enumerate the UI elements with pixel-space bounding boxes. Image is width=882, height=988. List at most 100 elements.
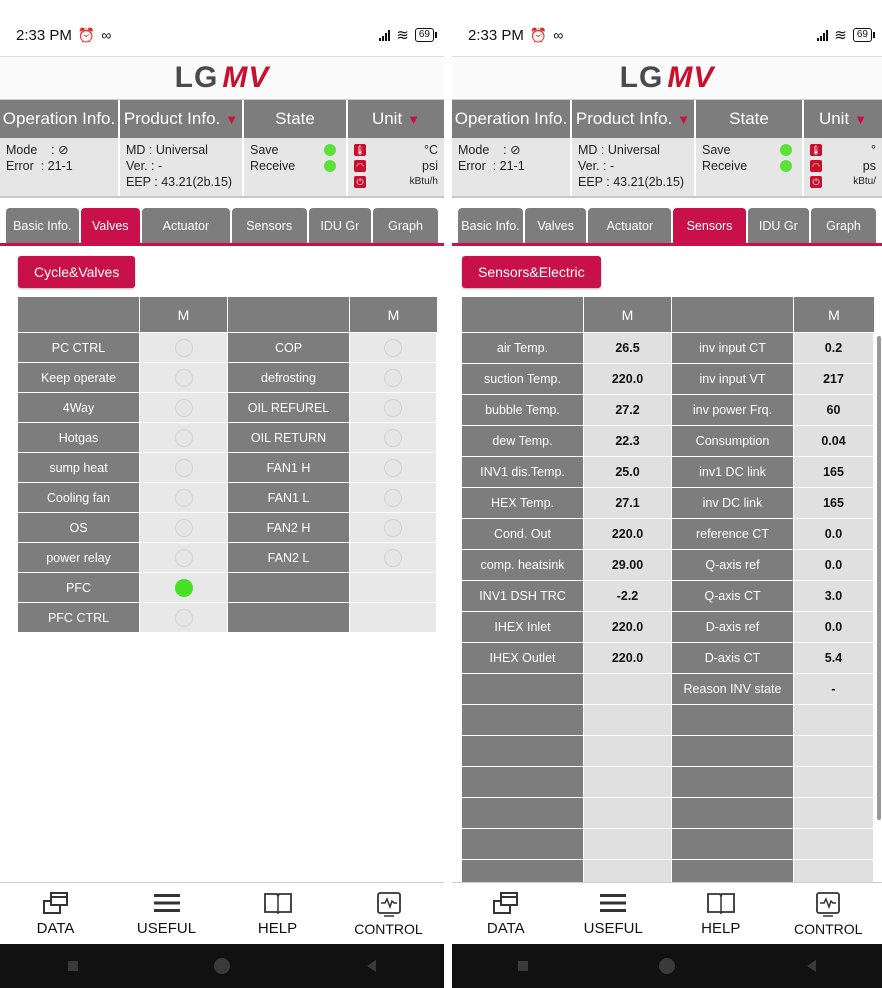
valve-label: PC CTRL xyxy=(18,333,140,363)
sensor-value: 217 xyxy=(794,364,874,395)
tab-sensors[interactable]: Sensors xyxy=(673,208,746,243)
tab-graph[interactable]: Graph xyxy=(811,208,876,243)
menu-icon xyxy=(153,890,181,916)
home-icon[interactable] xyxy=(214,958,231,974)
scrollbar[interactable] xyxy=(877,336,881,820)
sensor-value xyxy=(584,798,672,829)
sensor-label xyxy=(672,705,794,736)
tab-sensors[interactable]: Sensors xyxy=(231,208,307,243)
voicemail-icon: ∞ xyxy=(101,27,112,43)
home-icon[interactable] xyxy=(659,958,676,974)
tab-basic-info[interactable]: Basic Info. xyxy=(6,208,79,243)
sensor-value xyxy=(584,736,672,767)
status-indicator xyxy=(174,398,193,417)
sensor-value: 220.0 xyxy=(584,612,672,643)
nav-help[interactable]: HELP xyxy=(222,883,333,944)
sensor-label: Q-axis CT xyxy=(672,581,794,612)
table-row xyxy=(462,767,882,798)
thermometer-icon: 🌡 xyxy=(354,144,366,156)
unit-info: 🌡 °C ◠ psi ⏻ kBtu/h xyxy=(354,143,438,188)
nav-data[interactable]: DATA xyxy=(452,883,560,944)
mode-text: Mode : ⊘ xyxy=(458,143,521,157)
unit-header[interactable]: Unit ▼ xyxy=(348,100,444,138)
tab-actuator[interactable]: Actuator xyxy=(142,208,230,243)
table-row: power relay FAN2 L xyxy=(18,543,437,573)
recents-icon[interactable] xyxy=(68,961,79,971)
valve-status-cell xyxy=(140,363,228,393)
nav-data[interactable]: DATA xyxy=(0,883,111,944)
tab-valves[interactable]: Valves xyxy=(80,208,141,243)
back-icon[interactable] xyxy=(807,960,817,972)
book-icon xyxy=(706,890,736,916)
valve-label xyxy=(228,573,350,603)
product-info-header[interactable]: Product Info. ▼ xyxy=(572,100,696,138)
state-header: State xyxy=(696,100,804,138)
back-icon[interactable] xyxy=(366,960,376,972)
status-time: 2:33 PM xyxy=(16,26,72,44)
status-indicator xyxy=(174,608,193,627)
cycle-valves-button[interactable]: Cycle&Valves xyxy=(18,256,136,288)
table-row xyxy=(462,798,882,829)
sensor-label: Reason INV state xyxy=(672,674,794,705)
table-row xyxy=(462,705,882,736)
windows-icon xyxy=(492,890,520,916)
status-time: 2:33 PM xyxy=(468,26,524,44)
valve-status-cell xyxy=(140,603,228,633)
app-header: LG MV xyxy=(452,56,882,100)
menu-icon xyxy=(599,890,627,916)
valve-status-cell xyxy=(140,333,228,363)
column-header-m: M xyxy=(350,297,437,333)
nav-control[interactable]: CONTROL xyxy=(333,883,444,944)
dropdown-triangle-icon: ▼ xyxy=(407,111,421,127)
sensor-value: 29.00 xyxy=(584,550,672,581)
sensor-label: HEX Temp. xyxy=(462,488,584,519)
info-body-row: Mode : ⊘ Error : 21-1 MD : Universal Ver… xyxy=(0,138,444,198)
sensor-value xyxy=(584,829,672,860)
valve-label: PFC CTRL xyxy=(18,603,140,633)
sensor-value: 22.3 xyxy=(584,426,672,457)
unit-header[interactable]: Unit ▼ xyxy=(804,100,882,138)
status-indicator xyxy=(384,338,402,357)
wifi-icon: ≋ xyxy=(396,27,409,44)
status-indicator xyxy=(174,518,193,537)
bottom-nav: DATA USEFUL HELP CONTROL xyxy=(0,882,444,944)
left-screen: 2:33 PM ⏰ ∞ ≋ 69 LG MV Operation Info. Pr… xyxy=(0,0,444,988)
sensor-value: 5.4 xyxy=(794,643,874,674)
state-info: Save Receive xyxy=(696,138,804,196)
tab-valves[interactable]: Valves xyxy=(524,208,587,243)
sensor-value: - xyxy=(794,674,874,705)
sensor-value xyxy=(584,767,672,798)
tab-actuator[interactable]: Actuator xyxy=(588,208,672,243)
dropdown-triangle-icon: ▼ xyxy=(854,111,868,127)
nav-help[interactable]: HELP xyxy=(667,883,775,944)
tab-idu-gr[interactable]: IDU Gr xyxy=(308,208,372,243)
product-info-header[interactable]: Product Info. ▼ xyxy=(120,100,244,138)
table-row: Cond. Out 220.0 reference CT 0.0 xyxy=(462,519,882,550)
tab-idu-gr[interactable]: IDU Gr xyxy=(747,208,809,243)
nav-control[interactable]: CONTROL xyxy=(775,883,882,944)
nav-useful[interactable]: USEFUL xyxy=(560,883,668,944)
table-row: air Temp. 26.5 inv input CT 0.2 xyxy=(462,333,882,364)
sensor-value: 0.0 xyxy=(794,612,874,643)
column-header-m: M xyxy=(140,297,228,333)
column-header-m: M xyxy=(794,297,874,333)
valves-grid: M M PC CTRL COP Keep operate defrosting 4Way OI… xyxy=(18,297,437,633)
sensors-electric-button[interactable]: Sensors&Electric xyxy=(462,256,601,288)
tab-graph[interactable]: Graph xyxy=(373,208,438,243)
sensor-value: 220.0 xyxy=(584,643,672,674)
sensor-value xyxy=(794,767,874,798)
battery-icon: 69 xyxy=(414,28,438,42)
status-indicator xyxy=(384,548,402,567)
valve-label: FAN1 H xyxy=(228,453,350,483)
status-indicator xyxy=(174,368,193,387)
operation-info: Mode : ⊘ Error : 21-1 xyxy=(0,138,120,196)
sensor-value: 27.2 xyxy=(584,395,672,426)
nav-useful[interactable]: USEFUL xyxy=(111,883,222,944)
sensor-label: inv power Frq. xyxy=(672,395,794,426)
status-indicator xyxy=(384,398,402,417)
valve-label: sump heat xyxy=(18,453,140,483)
sensor-label xyxy=(672,736,794,767)
recents-icon[interactable] xyxy=(517,961,528,971)
sensor-label: IHEX Inlet xyxy=(462,612,584,643)
tab-basic-info[interactable]: Basic Info. xyxy=(458,208,523,243)
